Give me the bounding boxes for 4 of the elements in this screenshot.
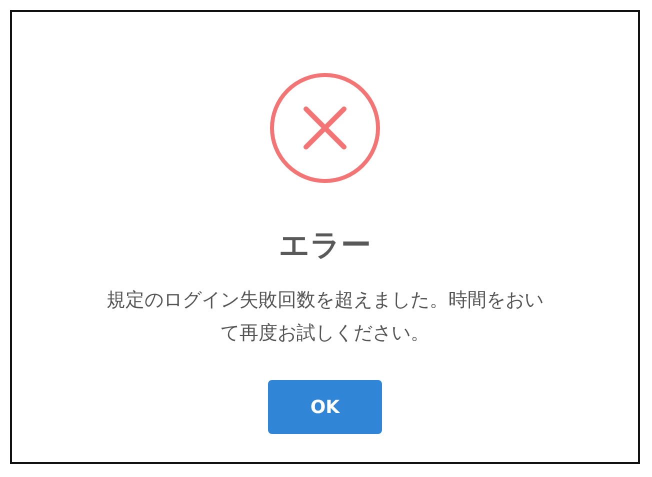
ok-button[interactable]: OK: [268, 380, 382, 434]
dialog-message: 規定のログイン失敗回数を超えました。時間をおいて再度お試しください。: [106, 288, 544, 346]
error-icon: [269, 72, 381, 184]
dialog-title: エラー: [279, 227, 371, 265]
